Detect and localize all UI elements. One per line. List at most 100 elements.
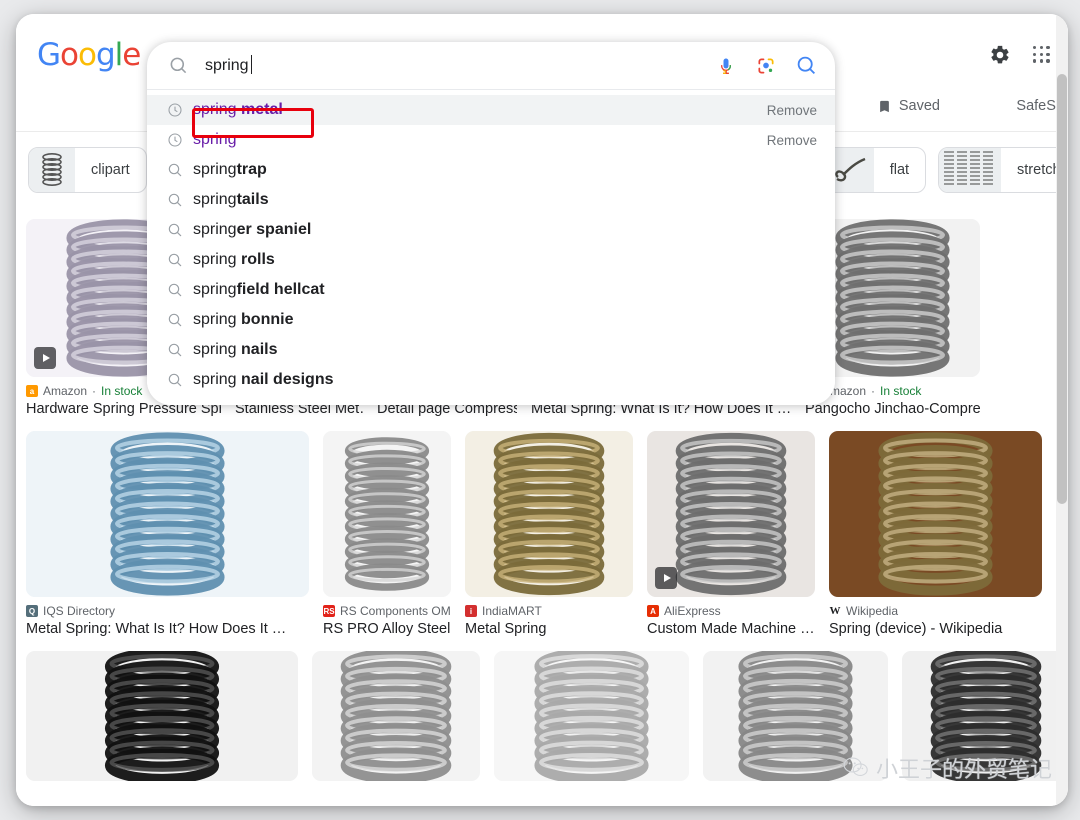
suggestion-text: spring bonnie <box>193 311 294 328</box>
rs-favicon: RS <box>323 605 335 617</box>
search-magnifier-icon <box>167 222 193 238</box>
chip-flat[interactable]: flat <box>826 147 927 193</box>
gear-icon <box>991 45 1009 64</box>
settings-button[interactable] <box>986 41 1014 69</box>
indiamart-favicon: i <box>465 605 477 617</box>
result-title[interactable]: Spring (device) - Wikipedia <box>829 621 1042 637</box>
suggestion-text: spring nails <box>193 341 278 358</box>
result-source-line: Q IQS Directory <box>26 604 309 618</box>
play-video-icon[interactable] <box>655 567 677 589</box>
result-source-line: RS RS Components OM… <box>323 604 451 618</box>
result-title[interactable]: Metal Spring: What Is It? How Does It … <box>26 621 309 637</box>
result-source-name: RS Components OM… <box>340 604 451 618</box>
google-apps-button[interactable] <box>1028 41 1056 69</box>
image-result-tile[interactable]: RS RS Components OM… RS PRO Alloy Steel … <box>323 431 451 637</box>
search-magnifier-icon <box>167 372 193 388</box>
bookmark-icon <box>880 100 889 112</box>
image-result-tile[interactable] <box>902 651 1068 781</box>
play-video-icon[interactable] <box>34 347 56 369</box>
result-source-name: AliExpress <box>664 604 721 618</box>
result-thumbnail[interactable] <box>465 431 633 597</box>
search-submit-icon[interactable] <box>793 53 819 79</box>
suggestion-item[interactable]: spring nail designs <box>147 365 835 395</box>
result-thumbnail[interactable] <box>902 651 1068 781</box>
chip-stretched[interactable]: stretched <box>938 147 1068 193</box>
result-source-name: IQS Directory <box>43 604 116 618</box>
result-title[interactable]: Metal Spring <box>465 621 633 637</box>
image-result-tile[interactable]: A AliExpress Custom Made Machine … <box>647 431 815 637</box>
suggestion-text: spring rolls <box>193 251 275 268</box>
suggestion-item[interactable]: spring rolls <box>147 245 835 275</box>
results-row: Q IQS Directory Metal Spring: What Is It? … <box>26 431 1058 637</box>
chip-thumbnail-stretched <box>939 148 1002 192</box>
search-box-with-suggestions: spring spring metal Remove spring Remove… <box>147 42 835 405</box>
result-thumbnail[interactable] <box>647 431 815 597</box>
result-thumbnail[interactable] <box>26 651 298 781</box>
suggestion-item[interactable]: spring nails <box>147 335 835 365</box>
search-icon <box>165 53 191 79</box>
stock-status: In stock <box>101 384 143 398</box>
scrollbar-thumb[interactable] <box>1057 74 1067 504</box>
result-thumbnail[interactable] <box>494 651 689 781</box>
search-magnifier-icon <box>167 162 193 178</box>
search-magnifier-icon <box>167 312 193 328</box>
result-thumbnail[interactable] <box>312 651 480 781</box>
image-result-tile[interactable] <box>703 651 888 781</box>
search-magnifier-icon <box>167 282 193 298</box>
search-input[interactable]: spring <box>205 54 699 75</box>
suggestion-text: spring nail designs <box>193 371 334 388</box>
suggestion-remove-button[interactable]: Remove <box>757 103 817 118</box>
suggestion-item[interactable]: springfield hellcat <box>147 275 835 305</box>
image-result-tile[interactable]: i IndiaMART Metal Spring <box>465 431 633 637</box>
history-clock-icon <box>167 102 193 118</box>
result-thumbnail[interactable] <box>26 431 309 597</box>
suggestion-text: springtails <box>193 191 269 208</box>
chip-label: clipart <box>91 162 130 178</box>
image-result-tile[interactable] <box>312 651 480 781</box>
image-result-tile[interactable]: Q IQS Directory Metal Spring: What Is It? … <box>26 431 309 637</box>
microphone-icon[interactable] <box>713 53 739 79</box>
suggestion-item[interactable]: spring Remove <box>147 125 835 155</box>
image-result-tile[interactable]: W Wikipedia Spring (device) - Wikipedia <box>829 431 1042 637</box>
suggestions-list: spring metal Remove spring Remove springtrap… <box>147 90 835 405</box>
chip-thumbnail-clipart <box>29 148 75 192</box>
search-magnifier-icon <box>167 252 193 268</box>
suggestion-text: spring metal <box>193 101 283 118</box>
result-thumbnail[interactable] <box>323 431 451 597</box>
suggestion-item[interactable]: spring metal Remove <box>147 95 835 125</box>
suggestion-item[interactable]: springtrap <box>147 155 835 185</box>
result-source-line: W Wikipedia <box>829 604 1042 618</box>
saved-button[interactable]: Saved <box>877 98 940 114</box>
result-thumbnail[interactable] <box>829 431 1042 597</box>
result-source-name: Wikipedia <box>846 604 899 618</box>
image-result-tile[interactable] <box>494 651 689 781</box>
scrollbar-track[interactable] <box>1056 14 1068 806</box>
suggestion-item[interactable]: spring bonnie <box>147 305 835 335</box>
search-input-value: spring <box>205 54 252 74</box>
suggestion-text: springtrap <box>193 161 267 178</box>
results-row <box>26 651 1068 781</box>
suggestion-text: springer spaniel <box>193 221 312 238</box>
suggestion-text: springfield hellcat <box>193 281 325 298</box>
result-title[interactable]: Custom Made Machine … <box>647 621 815 637</box>
amazon-favicon: a <box>26 385 38 397</box>
suggestion-remove-button[interactable]: Remove <box>757 133 817 148</box>
suggestion-item[interactable]: springer spaniel <box>147 215 835 245</box>
result-title[interactable]: RS PRO Alloy Steel … <box>323 621 451 637</box>
google-lens-icon[interactable] <box>753 53 779 79</box>
separator: · <box>92 384 97 398</box>
saved-label: Saved <box>898 98 940 114</box>
search-magnifier-icon <box>167 192 193 208</box>
result-title[interactable]: Pangocho Jinchao-Compress <box>805 401 980 417</box>
aliexpress-favicon: A <box>647 605 659 617</box>
result-thumbnail[interactable] <box>703 651 888 781</box>
image-result-tile[interactable] <box>26 651 298 781</box>
suggestion-item[interactable]: springtails <box>147 185 835 215</box>
chip-clipart[interactable]: clipart <box>28 147 147 193</box>
wikipedia-favicon: W <box>829 605 841 617</box>
google-logo[interactable]: Google <box>37 37 141 73</box>
apps-grid-icon <box>1033 46 1051 64</box>
chip-label: flat <box>889 162 910 178</box>
result-source-name: Amazon <box>43 384 88 398</box>
stock-status: In stock <box>880 384 922 398</box>
